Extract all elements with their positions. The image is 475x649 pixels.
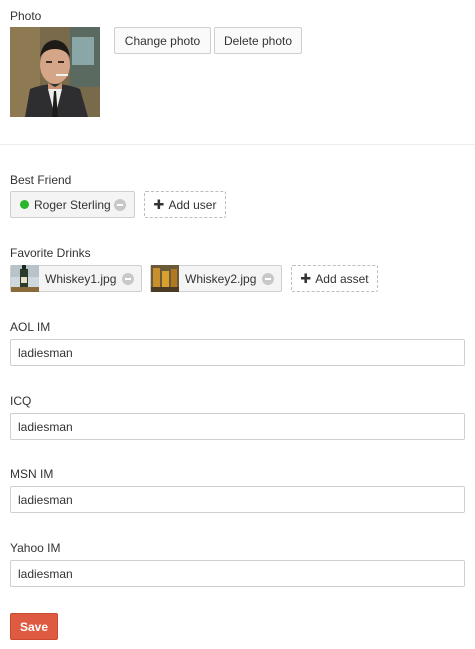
icq-input[interactable] — [10, 413, 465, 440]
add-asset-button[interactable]: ✚ Add asset — [291, 265, 378, 292]
change-photo-button[interactable]: Change photo — [114, 27, 211, 54]
whiskey1-thumbnail — [11, 265, 39, 292]
whiskey2-thumbnail — [151, 265, 179, 292]
remove-asset-icon[interactable] — [262, 272, 274, 285]
user-token: Roger Sterling — [10, 191, 135, 218]
aol-im-label: AOL IM — [10, 320, 51, 334]
plus-icon: ✚ — [153, 197, 165, 212]
remove-asset-icon[interactable] — [122, 272, 134, 285]
user-token-label: Roger Sterling — [34, 197, 111, 212]
msn-im-input[interactable] — [10, 486, 465, 513]
profile-photo — [10, 27, 100, 117]
asset-token-label: Whiskey1.jpg — [45, 271, 117, 286]
favorite-drinks-label: Favorite Drinks — [10, 246, 91, 260]
add-user-button[interactable]: ✚ Add user — [144, 191, 226, 218]
asset-token: Whiskey2.jpg — [150, 265, 282, 292]
photo-label: Photo — [10, 9, 42, 23]
asset-token: Whiskey1.jpg — [10, 265, 142, 292]
yahoo-im-label: Yahoo IM — [10, 541, 61, 555]
avatar — [10, 27, 100, 117]
aol-im-input[interactable] — [10, 339, 465, 366]
remove-user-icon[interactable] — [114, 198, 126, 211]
status-dot-icon — [20, 200, 29, 209]
save-button[interactable]: Save — [10, 613, 58, 640]
delete-photo-button[interactable]: Delete photo — [214, 27, 302, 54]
add-user-label: Add user — [168, 197, 217, 212]
yahoo-im-input[interactable] — [10, 560, 465, 587]
best-friend-label: Best Friend — [10, 173, 72, 187]
asset-token-label: Whiskey2.jpg — [185, 271, 257, 286]
divider — [0, 144, 475, 145]
plus-icon: ✚ — [300, 271, 312, 286]
add-asset-label: Add asset — [315, 271, 369, 286]
icq-label: ICQ — [10, 394, 32, 408]
msn-im-label: MSN IM — [10, 467, 54, 481]
